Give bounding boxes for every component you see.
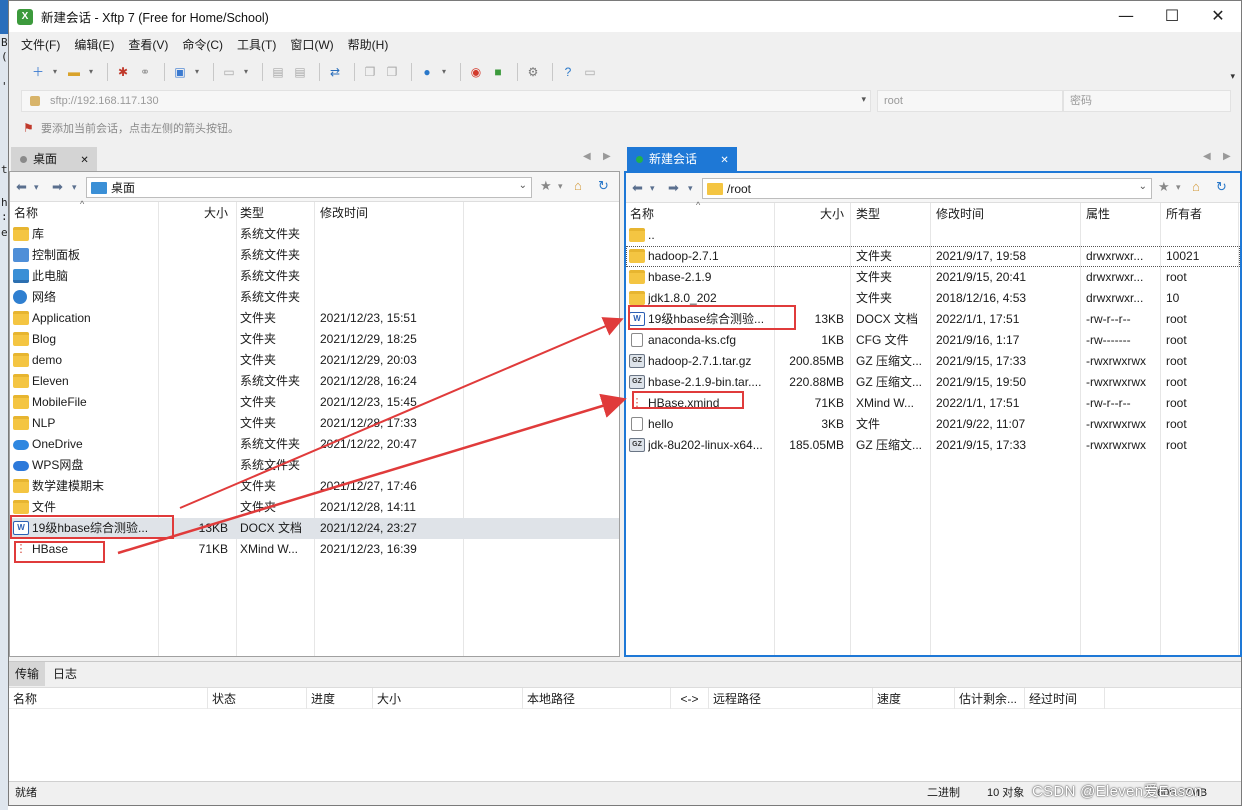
annotation-arrow-xmind [117,393,627,555]
annotation-arrow-docx [179,317,624,509]
csdn-watermark: CSDN @Eleven爱Eason [1032,783,1203,800]
annotation-arrows [117,317,627,555]
